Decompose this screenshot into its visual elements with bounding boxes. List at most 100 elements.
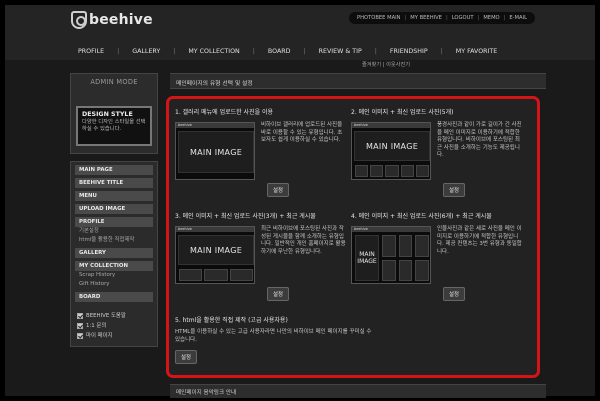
option-desc: 풍경사진과 같이 가로 길이가 긴 사진을 메인 이미지로 이용하기에 적합한 … <box>437 122 522 159</box>
thumb-strip <box>355 165 430 177</box>
design-style-title: DESIGN STYLE <box>82 111 133 118</box>
music-link-section-title: 메인페이지 음악링크 안내 <box>170 384 546 398</box>
layout-option-2: 2. 메인 이미지 + 최신 업로드 사진(5개) beehive MAIN I… <box>351 107 523 197</box>
separator: | <box>404 15 407 21</box>
thumb-cell <box>398 259 413 281</box>
top-links: PHOTOBEE MAIN | MY BEEHIVE | LOGOUT | ME… <box>348 12 535 24</box>
thumb-logo: beehive <box>178 227 192 231</box>
logo[interactable]: beehive <box>71 11 153 29</box>
thumb-cell <box>355 165 369 177</box>
checkbox-icon <box>77 313 83 319</box>
design-style-desc: 다양한 디자인 스타일을 선택하실 수 있습니다. <box>82 119 146 132</box>
layout-thumbnail[interactable]: beehive MAIN IMAGE <box>175 226 255 284</box>
help-link-label: BEEHIVE 도움말 <box>86 313 126 319</box>
main-nav: PROFILE | GALLERY | MY COLLECTION | BOAR… <box>78 48 497 55</box>
menu-profile[interactable]: PROFILE <box>75 217 153 227</box>
admin-menu: MAIN PAGE BEEHIVE TITLE MENU UPLOAD IMAG… <box>70 161 158 347</box>
menu-profile-basic[interactable]: 기본설정 <box>75 227 153 236</box>
separator: | <box>173 48 176 55</box>
sub-nav[interactable]: 즐겨찾기 | 이웃사진기 <box>362 61 410 68</box>
nav-friendship[interactable]: FRIENDSHIP <box>390 48 428 55</box>
nav-review-tip[interactable]: REVIEW & TIP <box>319 48 362 55</box>
thumb-cell <box>179 269 203 281</box>
thumb-logo: beehive <box>178 123 192 127</box>
thumb-cell <box>385 165 399 177</box>
layout-thumbnail[interactable]: beehive MAIN IMAGE <box>175 122 255 180</box>
help-link-label: 1:1 문의 <box>86 323 107 329</box>
thumb-logo: beehive <box>354 227 368 231</box>
layout-thumbnail[interactable]: beehive MAIN IMAGE <box>351 226 431 284</box>
separator: | <box>440 48 443 55</box>
separator: | <box>117 48 120 55</box>
setting-button[interactable]: 설정 <box>443 287 465 301</box>
option-body: beehive MAIN IMAGE 풍경사진과 같이 가로 길이가 긴 사진을… <box>351 122 523 180</box>
option-button-row: 설정 <box>175 183 347 197</box>
menu-upload-image[interactable]: UPLOAD IMAGE <box>75 204 153 214</box>
option-title: 3. 메인 이미지 + 최신 업로드 사진(3개) + 최근 게시물 <box>175 213 316 220</box>
menu-beehive-title[interactable]: BEEHIVE TITLE <box>75 178 153 188</box>
setting-button[interactable]: 설정 <box>267 183 289 197</box>
thumb-cell <box>382 235 396 257</box>
menu-menu[interactable]: MENU <box>75 191 153 201</box>
sidebar: ADMIN MODE DESIGN STYLE 다양한 디자인 스타일을 선택하… <box>70 73 158 347</box>
page-title: 메인페이지의 유형 선택 및 설정 <box>170 73 546 89</box>
option-button-row: 설정 <box>175 287 347 301</box>
help-link-mypage[interactable]: 마이 페이지 <box>75 331 153 341</box>
layout-options-panel: 1. 갤러리 메뉴에 업로드한 사진을 이용 beehive MAIN IMAG… <box>166 96 540 378</box>
nav-my-collection[interactable]: MY COLLECTION <box>188 48 239 55</box>
thumb-cell <box>415 259 429 281</box>
menu-scrap-history[interactable]: Scrap History <box>75 271 153 280</box>
help-links: BEEHIVE 도움말 1:1 문의 마이 페이지 <box>75 311 153 341</box>
option-title: 2. 메인 이미지 + 최신 업로드 사진(5개) <box>351 109 454 116</box>
menu-my-collection[interactable]: MY COLLECTION <box>75 261 153 271</box>
logo-text: beehive <box>89 12 153 28</box>
thumb-cell <box>370 165 384 177</box>
help-link-beehive[interactable]: BEEHIVE 도움말 <box>75 311 153 321</box>
thumb-main-image: MAIN IMAGE <box>355 235 379 281</box>
option-button-row: 설정 <box>351 287 523 301</box>
menu-profile-html[interactable]: html을 활용한 직접제작 <box>75 236 153 245</box>
top-link-my-beehive[interactable]: MY BEEHIVE <box>410 15 442 21</box>
beehive-logo-icon <box>71 11 87 29</box>
menu-gift-history[interactable]: Gift History <box>75 280 153 289</box>
separator: | <box>252 48 255 55</box>
help-link-inquiry[interactable]: 1:1 문의 <box>75 321 153 331</box>
nav-my-favorite[interactable]: MY FAVORITE <box>456 48 497 55</box>
menu-gallery[interactable]: GALLERY <box>75 248 153 258</box>
thumb-main-image: MAIN IMAGE <box>178 235 254 265</box>
thumb-logo: beehive <box>354 123 368 127</box>
menu-board[interactable]: BOARD <box>75 292 153 302</box>
option-body: beehive MAIN IMAGE 최근 비하이브에 포스팅된 사진과 작성된… <box>175 226 347 284</box>
admin-mode-title: ADMIN MODE <box>90 78 138 86</box>
thumb-cell <box>382 259 396 281</box>
menu-main-page[interactable]: MAIN PAGE <box>75 165 153 175</box>
top-link-email[interactable]: E-MAIL <box>509 15 527 21</box>
admin-box: ADMIN MODE DESIGN STYLE 다양한 디자인 스타일을 선택하… <box>70 73 158 154</box>
layout-thumbnail[interactable]: beehive MAIN IMAGE <box>351 122 431 180</box>
nav-board[interactable]: BOARD <box>268 48 291 55</box>
nav-profile[interactable]: PROFILE <box>78 48 104 55</box>
thumb-strip <box>179 269 253 281</box>
thumb-bar: beehive <box>352 123 430 128</box>
option-body: beehive MAIN IMAGE 비하이브 갤러리에 업로드된 사진을 바로… <box>175 122 347 180</box>
design-style-box[interactable]: DESIGN STYLE 다양한 디자인 스타일을 선택하실 수 있습니다. <box>76 106 152 146</box>
thumb-cell <box>415 165 430 177</box>
separator: | <box>374 48 377 55</box>
help-link-label: 마이 페이지 <box>86 333 113 339</box>
option-desc: HTML을 이용하실 수 있는 고급 사용자라면 나만의 비하이브 메인 페이지… <box>175 329 372 343</box>
option-button-row: 설정 <box>351 183 523 197</box>
nav-gallery[interactable]: GALLERY <box>132 48 160 55</box>
checkbox-icon <box>77 333 83 339</box>
option-title: 4. 메인 이미지 + 최신 업로드 사진(6개) + 최근 게시물 <box>351 213 492 220</box>
thumb-main-image: MAIN IMAGE <box>354 131 430 161</box>
setting-button[interactable]: 설정 <box>267 287 289 301</box>
top-link-photobee-main[interactable]: PHOTOBEE MAIN <box>357 15 401 21</box>
top-link-memo[interactable]: MEMO <box>483 15 499 21</box>
top-link-logout[interactable]: LOGOUT <box>452 15 474 21</box>
checkbox-icon <box>77 323 83 329</box>
setting-button[interactable]: 설정 <box>175 350 197 365</box>
layout-option-3: 3. 메인 이미지 + 최신 업로드 사진(3개) + 최근 게시물 beehi… <box>175 211 347 301</box>
setting-button[interactable]: 설정 <box>443 183 465 197</box>
layout-option-4: 4. 메인 이미지 + 최신 업로드 사진(6개) + 최근 게시물 beehi… <box>351 211 523 301</box>
option-desc: 인물사진과 같은 세로 사진을 메인 이미지로 이용하기에 적합한 유형입니다.… <box>437 226 522 255</box>
